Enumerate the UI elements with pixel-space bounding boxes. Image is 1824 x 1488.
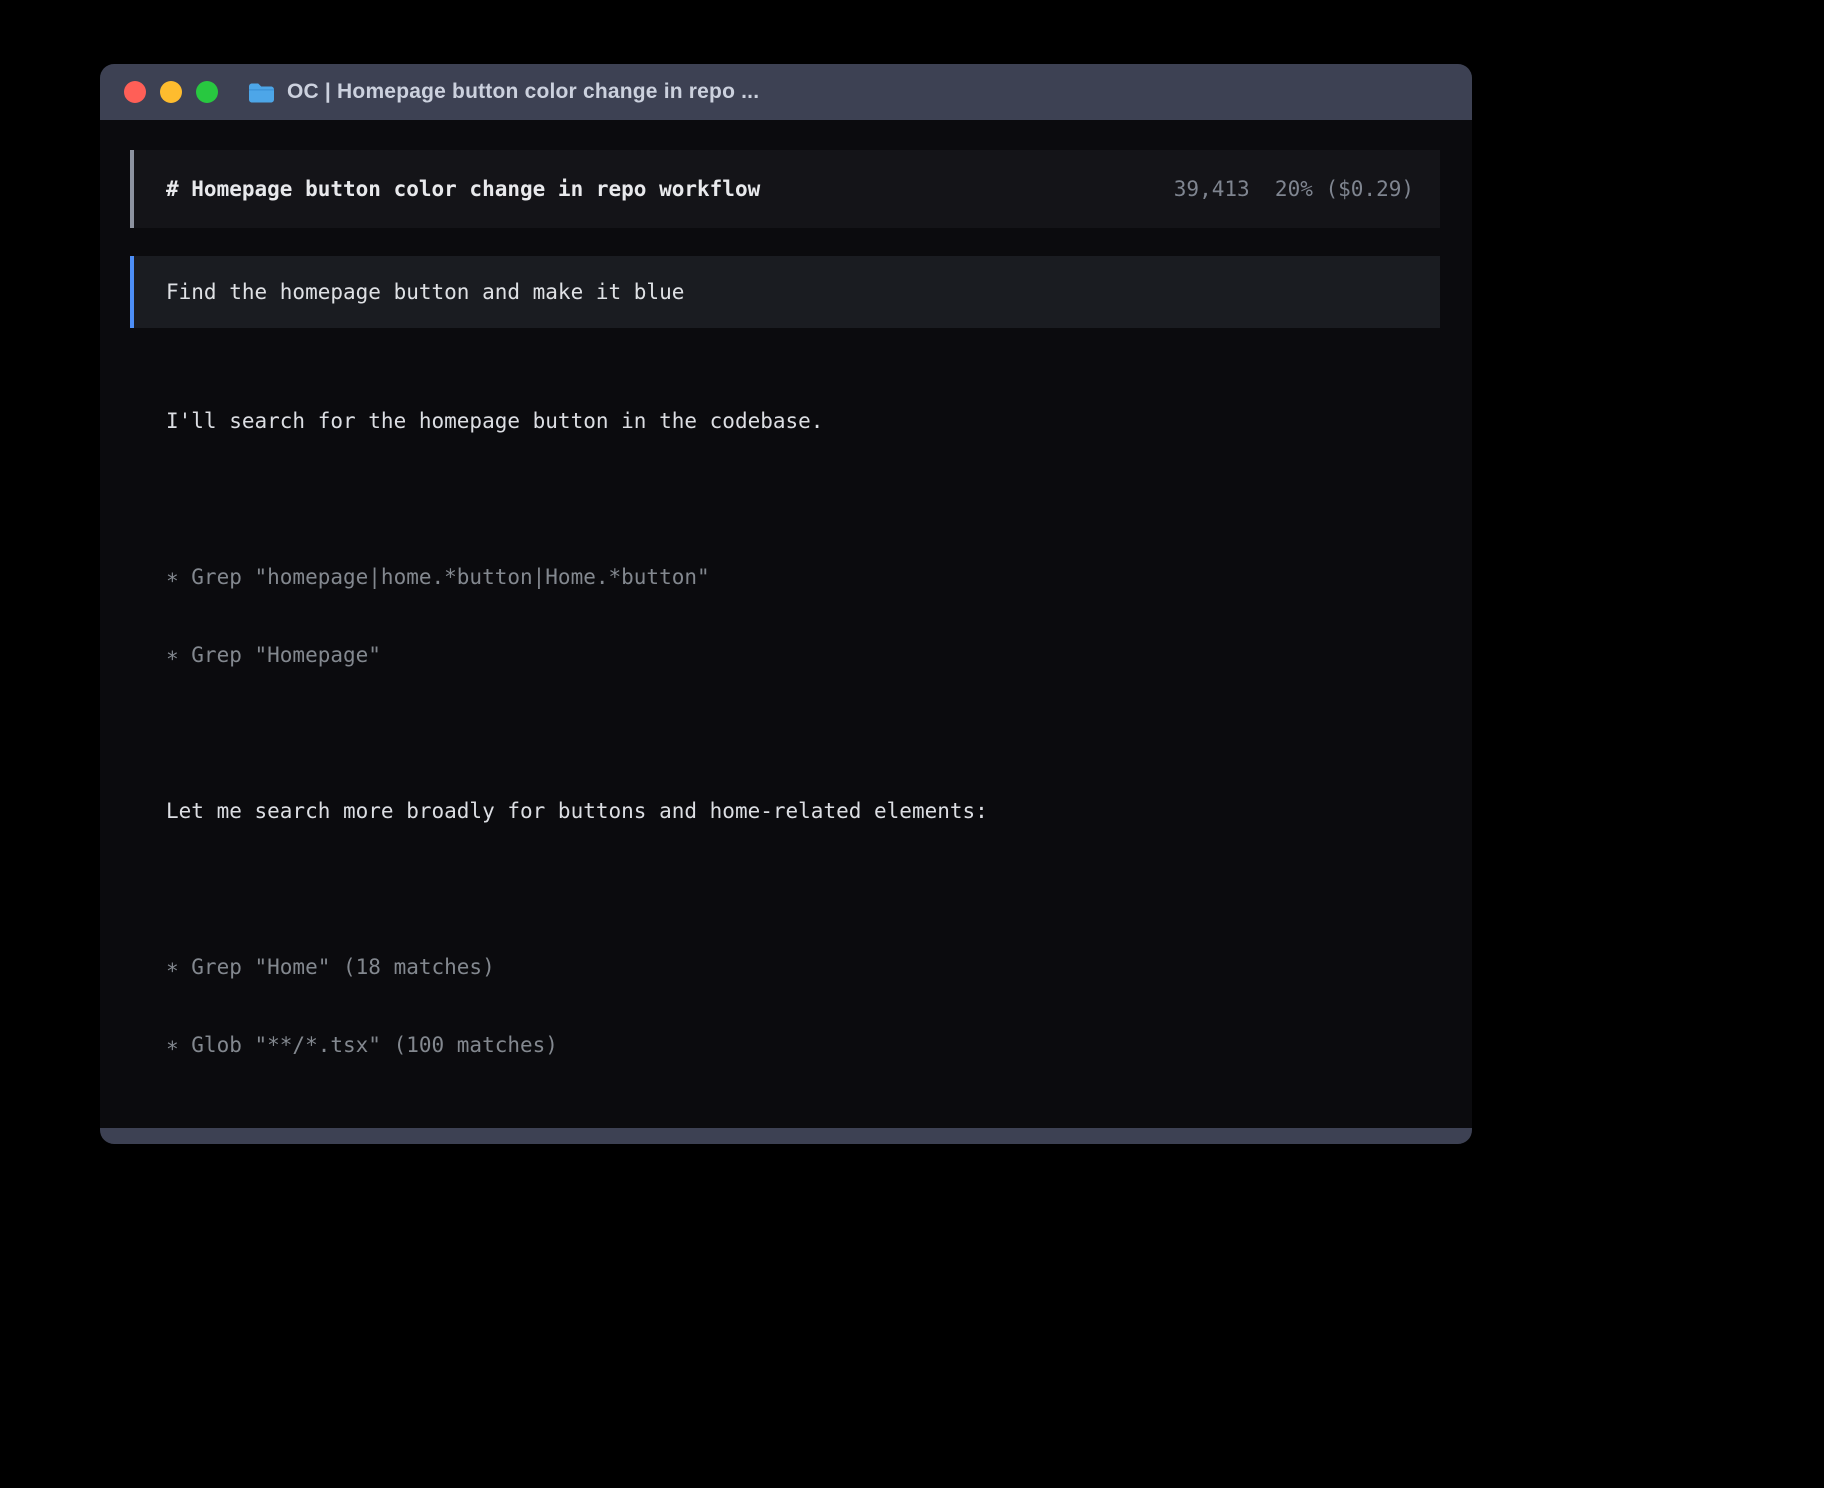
tool-call-group: ∗ Grep "Home" (18 matches) ∗ Glob "**/*.…	[166, 902, 1440, 1110]
tool-call-line: ∗ Grep "homepage|home.*button|Home.*butt…	[166, 564, 1440, 590]
terminal-window: OC | Homepage button color change in rep…	[100, 64, 1472, 1144]
traffic-lights	[124, 81, 218, 103]
session-title: # Homepage button color change in repo w…	[166, 177, 760, 201]
assistant-message: I'll search for the homepage button in t…	[166, 356, 1440, 486]
titlebar: OC | Homepage button color change in rep…	[100, 64, 1472, 120]
tool-call-group: ∗ Grep "homepage|home.*button|Home.*butt…	[166, 512, 1440, 720]
assistant-line: I'll search for the homepage button in t…	[166, 408, 1440, 434]
user-message-text: Find the homepage button and make it blu…	[166, 280, 684, 304]
terminal-content: # Homepage button color change in repo w…	[100, 120, 1472, 1128]
window-title: OC | Homepage button color change in rep…	[287, 80, 759, 104]
tool-call-line: ∗ Grep "Homepage"	[166, 642, 1440, 668]
folder-icon	[248, 82, 275, 103]
user-message: Find the homepage button and make it blu…	[130, 256, 1440, 328]
tool-call-line: ∗ Grep "Home" (18 matches)	[166, 954, 1440, 980]
token-stats: 39,413 20% ($0.29)	[1174, 177, 1414, 201]
maximize-button[interactable]	[196, 81, 218, 103]
session-header: # Homepage button color change in repo w…	[130, 150, 1440, 228]
window-bottom-edge	[100, 1128, 1472, 1144]
title-group: OC | Homepage button color change in rep…	[248, 80, 759, 104]
tool-call-line: ∗ Glob "**/*.tsx" (100 matches)	[166, 1032, 1440, 1058]
assistant-line: Let me search more broadly for buttons a…	[166, 798, 1440, 824]
assistant-message: Let me search more broadly for buttons a…	[166, 746, 1440, 876]
close-button[interactable]	[124, 81, 146, 103]
minimize-button[interactable]	[160, 81, 182, 103]
